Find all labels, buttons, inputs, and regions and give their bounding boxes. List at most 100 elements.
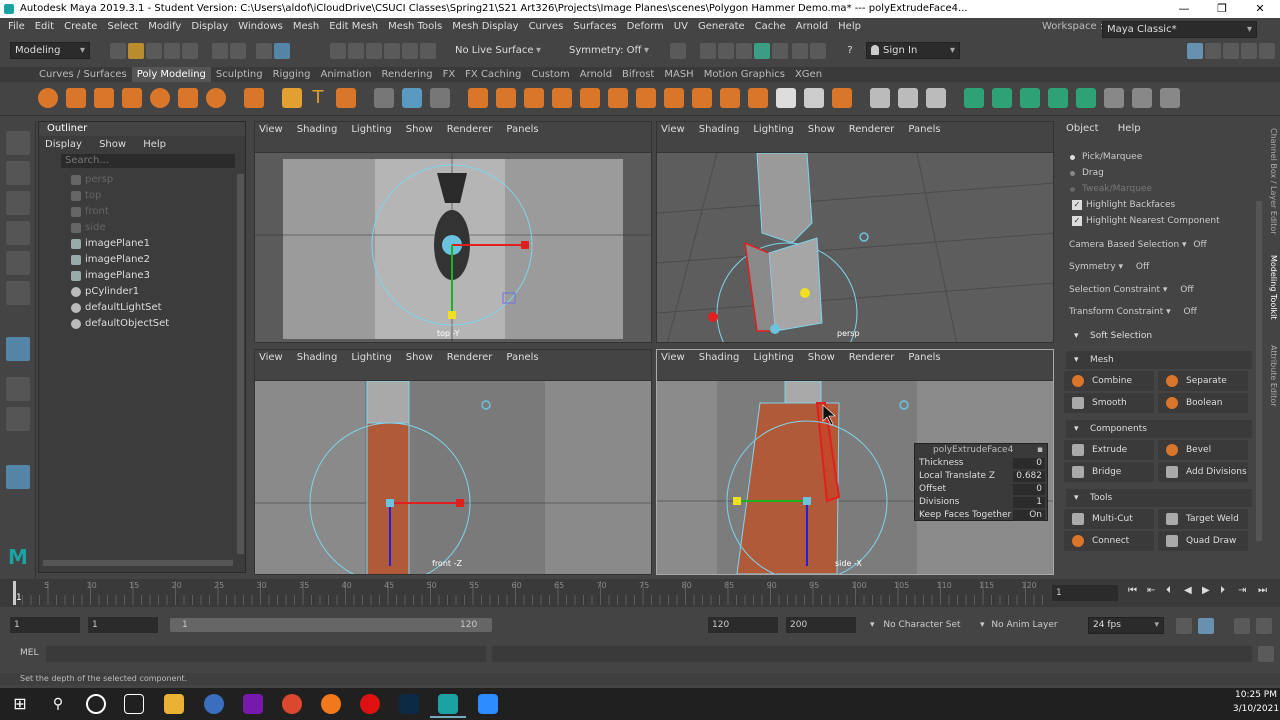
divisions-row[interactable]: Divisions 1 — [915, 496, 1047, 509]
smooth-button[interactable]: Smooth — [1064, 393, 1154, 413]
tools-section[interactable]: Tools — [1066, 489, 1252, 507]
vp-menu-renderer[interactable]: Renderer — [849, 124, 895, 135]
viewport-toolbar[interactable] — [657, 366, 1053, 381]
vp-menu-show[interactable]: Show — [808, 124, 835, 135]
four-view-layout-icon[interactable] — [6, 407, 30, 431]
script-editor-icon[interactable] — [1258, 646, 1274, 662]
vp-menu-renderer[interactable]: Renderer — [447, 124, 493, 135]
character-set-dropdown[interactable]: ▾ No Character Set — [870, 617, 980, 633]
onenote-icon[interactable] — [243, 694, 263, 714]
thickness-value[interactable]: 0 — [1013, 458, 1045, 469]
snap-view-icon[interactable] — [384, 43, 400, 59]
poly-cylinder-icon[interactable] — [94, 88, 114, 108]
live-surface-dropdown[interactable]: No Live Surface — [450, 42, 546, 59]
offset-value[interactable]: 0 — [1013, 484, 1045, 495]
vp-menu-show[interactable]: Show — [808, 352, 835, 363]
shelf-tab-rigging[interactable]: Rigging — [268, 67, 316, 82]
thickness-row[interactable]: Thickness 0 — [915, 457, 1047, 470]
select-hierarchy-icon[interactable] — [212, 43, 228, 59]
outliner-item-defaultobjectset[interactable]: defaultObjectSet — [39, 316, 245, 332]
vp-menu-renderer[interactable]: Renderer — [849, 352, 895, 363]
minimize-button[interactable]: — — [1166, 0, 1202, 18]
vp-menu-panels[interactable]: Panels — [506, 124, 538, 135]
playback-end-field[interactable]: 120 — [708, 617, 778, 633]
fill-hole-icon[interactable] — [580, 88, 600, 108]
command-language-label[interactable]: MEL — [20, 648, 38, 658]
boolean-shelf-icon[interactable] — [552, 88, 572, 108]
outliner-menu-display[interactable]: Display — [45, 139, 82, 150]
cylindrical-uv-icon[interactable] — [992, 88, 1012, 108]
menu-edit[interactable]: Edit — [30, 18, 59, 35]
chrome-icon[interactable] — [282, 694, 302, 714]
shelf-tab-custom[interactable]: Custom — [526, 67, 574, 82]
help-icon[interactable]: ? — [842, 43, 858, 59]
render-sequence-icon[interactable] — [718, 43, 734, 59]
show-tool-settings-icon[interactable] — [1223, 43, 1239, 59]
shelf-tab-xgen[interactable]: XGen — [790, 67, 827, 82]
symmetry-row[interactable]: Symmetry ▾ Off — [1060, 259, 1256, 275]
shelf-tab-bifrost[interactable]: Bifrost — [617, 67, 659, 82]
camera-based-selection-row[interactable]: Camera Based Selection ▾ Off — [1060, 237, 1256, 253]
shelf-tab-fx[interactable]: FX — [438, 67, 461, 82]
outliner-hscrollbar[interactable] — [43, 560, 233, 566]
range-slider[interactable]: 1 120 — [170, 618, 492, 632]
planar-uv-icon[interactable] — [964, 88, 984, 108]
vp-menu-lighting[interactable]: Lighting — [753, 352, 793, 363]
play-forward-icon[interactable]: ▶ — [1202, 585, 1210, 596]
select-mode-icon[interactable] — [274, 43, 290, 59]
auto-key-icon[interactable] — [1234, 618, 1250, 634]
local-translate-z-value[interactable]: 0.682 — [1013, 471, 1045, 482]
close-editor-icon[interactable]: ▪ — [1037, 444, 1043, 457]
firefox-icon[interactable] — [321, 694, 341, 714]
poly-cone-icon[interactable] — [122, 88, 142, 108]
super-shape-icon[interactable] — [282, 88, 302, 108]
vpn-icon[interactable] — [204, 694, 224, 714]
mesh-section[interactable]: Mesh — [1066, 351, 1252, 369]
file-explorer-icon[interactable] — [164, 694, 184, 714]
snap-point-icon[interactable] — [366, 43, 382, 59]
menuset-dropdown[interactable]: Modeling — [10, 42, 90, 59]
menu-windows[interactable]: Windows — [233, 18, 288, 35]
shelf-tab-animation[interactable]: Animation — [316, 67, 377, 82]
wedge-icon[interactable] — [720, 88, 740, 108]
mtk-tab-object[interactable]: Object — [1066, 123, 1099, 134]
smooth-shelf-icon[interactable] — [430, 88, 450, 108]
clock-time[interactable]: 10:25 PM — [1232, 690, 1280, 700]
multi-cut-shelf-icon[interactable] — [870, 88, 890, 108]
photoshop-icon[interactable] — [399, 694, 419, 714]
outliner-scrollbar[interactable] — [237, 174, 244, 554]
outliner-item-imageplane2[interactable]: imagePlane2 — [39, 252, 245, 268]
platonic-solid-icon[interactable] — [244, 88, 264, 108]
task-view-icon[interactable] — [124, 694, 144, 714]
outliner-item-top[interactable]: top — [39, 188, 245, 204]
vp-menu-show[interactable]: Show — [406, 124, 433, 135]
boolean-button[interactable]: Boolean — [1158, 393, 1248, 413]
vp-menu-view[interactable]: View — [661, 124, 685, 135]
shelf-tab-motion-graphics[interactable]: Motion Graphics — [699, 67, 790, 82]
show-modeling-toolkit-icon[interactable] — [1187, 43, 1203, 59]
insert-edge-loop-icon[interactable] — [898, 88, 918, 108]
hypershade-icon[interactable] — [772, 43, 788, 59]
lasso-tool-icon[interactable] — [6, 161, 30, 185]
save-scene-icon[interactable] — [146, 43, 162, 59]
combine-button[interactable]: Combine — [1064, 371, 1154, 391]
ipr-render-icon[interactable] — [736, 43, 752, 59]
close-button[interactable]: ✕ — [1242, 0, 1278, 18]
menu-modify[interactable]: Modify — [143, 18, 186, 35]
command-input[interactable] — [46, 646, 486, 662]
go-to-start-icon[interactable]: ⏮ — [1128, 585, 1137, 596]
vp-menu-lighting[interactable]: Lighting — [753, 124, 793, 135]
vp-menu-shading[interactable]: Shading — [297, 352, 338, 363]
undo-icon[interactable] — [164, 43, 180, 59]
show-layer-editor-icon[interactable] — [1259, 43, 1275, 59]
vp-menu-panels[interactable]: Panels — [908, 352, 940, 363]
pen-tray-icon[interactable] — [1206, 694, 1226, 714]
render-frame-icon[interactable] — [700, 43, 716, 59]
shelf-tab-mash[interactable]: MASH — [659, 67, 698, 82]
combine-shelf-icon[interactable] — [468, 88, 488, 108]
menu-mesh[interactable]: Mesh — [288, 18, 324, 35]
menu-surfaces[interactable]: Surfaces — [568, 18, 621, 35]
viewport-persp[interactable]: View Shading Lighting Show Renderer Panels pe… — [656, 121, 1054, 343]
maximize-button[interactable]: ❐ — [1204, 0, 1240, 18]
sculpt-icon[interactable] — [374, 88, 394, 108]
